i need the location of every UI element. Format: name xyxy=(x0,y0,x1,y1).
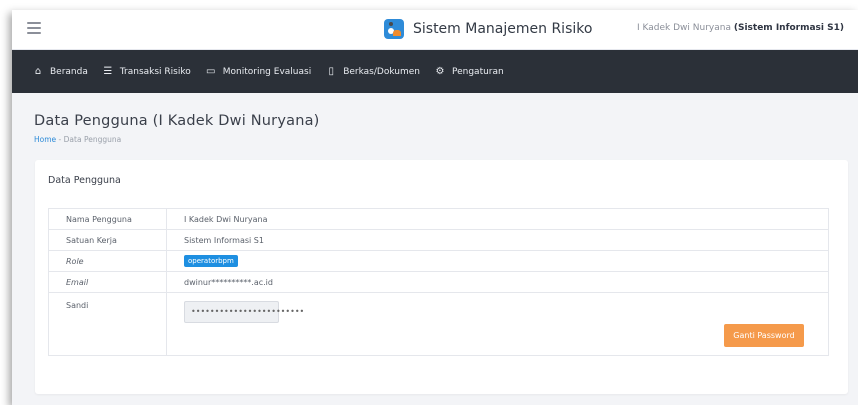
role-badge: operatorbpm xyxy=(184,255,238,267)
home-icon: ⌂ xyxy=(34,66,42,77)
app-title: Sistem Manajemen Risiko xyxy=(413,21,593,37)
table-row: Satuan Kerja Sistem Informasi S1 xyxy=(48,229,829,251)
breadcrumb-separator: - xyxy=(58,135,62,144)
nav-item-label: Monitoring Evaluasi xyxy=(222,66,312,77)
field-label: Sandi xyxy=(48,292,167,356)
field-value: I Kadek Dwi Nuryana xyxy=(166,208,829,230)
field-value: •••••••••••••••••••••••• Ganti Password xyxy=(166,292,829,356)
app-logo-icon xyxy=(384,19,404,39)
brand[interactable]: Sistem Manajemen Risiko xyxy=(384,19,592,39)
monitor-icon: ▭ xyxy=(206,66,216,77)
table-row: Nama Pengguna I Kadek Dwi Nuryana xyxy=(48,208,829,230)
table-row: Sandi •••••••••••••••••••••••• Ganti Pas… xyxy=(48,292,829,356)
list-icon: ☰ xyxy=(103,66,113,77)
user-info-table: Nama Pengguna I Kadek Dwi Nuryana Satuan… xyxy=(48,208,829,356)
nav-item-monitoring-evaluasi[interactable]: ▭ Monitoring Evaluasi xyxy=(205,66,311,77)
field-value: operatorbpm xyxy=(166,250,829,272)
nav-item-beranda[interactable]: ⌂ Beranda xyxy=(32,66,88,77)
breadcrumb: Home - Data Pengguna xyxy=(34,135,858,144)
nav-item-label: Transaksi Risiko xyxy=(119,66,191,77)
main-nav: ⌂ Beranda ☰ Transaksi Risiko ▭ Monitorin… xyxy=(12,50,858,93)
nav-item-label: Pengaturan xyxy=(452,66,504,77)
user-unit: (Sistem Informasi S1) xyxy=(733,23,844,33)
gear-icon: ⚙ xyxy=(435,66,445,77)
field-label: Nama Pengguna xyxy=(48,208,167,230)
field-value: Sistem Informasi S1 xyxy=(166,229,829,251)
nav-item-berkas-dokumen[interactable]: ▯ Berkas/Dokumen xyxy=(325,66,420,77)
app-window: Sistem Manajemen Risiko I Kadek Dwi Nury… xyxy=(12,10,858,405)
menu-toggle-icon[interactable] xyxy=(27,22,41,34)
password-cell: •••••••••••••••••••••••• Ganti Password xyxy=(184,301,811,355)
user-name: I Kadek Dwi Nuryana xyxy=(637,23,731,33)
field-label: Satuan Kerja xyxy=(48,229,167,251)
table-row: Email dwinur**********.ac.id xyxy=(48,271,829,293)
page-header: Data Pengguna (I Kadek Dwi Nuryana) Home… xyxy=(12,93,858,144)
password-field[interactable]: •••••••••••••••••••••••• xyxy=(184,301,304,323)
user-data-card: Data Pengguna Nama Pengguna I Kadek Dwi … xyxy=(35,160,848,394)
field-label: Email xyxy=(48,271,167,293)
field-label: Role xyxy=(48,250,167,272)
top-bar: Sistem Manajemen Risiko I Kadek Dwi Nury… xyxy=(12,10,858,50)
nav-item-label: Berkas/Dokumen xyxy=(343,66,420,77)
user-menu[interactable]: I Kadek Dwi Nuryana (Sistem Informasi S1… xyxy=(637,23,844,33)
document-icon: ▯ xyxy=(328,66,334,77)
nav-item-label: Beranda xyxy=(50,66,88,77)
nav-item-transaksi-risiko[interactable]: ☰ Transaksi Risiko xyxy=(102,66,191,77)
nav-item-pengaturan[interactable]: ⚙ Pengaturan xyxy=(434,66,504,77)
page-title: Data Pengguna (I Kadek Dwi Nuryana) xyxy=(34,113,320,129)
table-row: Role operatorbpm xyxy=(48,250,829,272)
change-password-button[interactable]: Ganti Password xyxy=(724,324,804,347)
breadcrumb-home-link[interactable]: Home xyxy=(34,135,56,144)
field-value: dwinur**********.ac.id xyxy=(166,271,829,293)
card-title: Data Pengguna xyxy=(48,175,121,186)
breadcrumb-current: Data Pengguna xyxy=(63,135,122,144)
